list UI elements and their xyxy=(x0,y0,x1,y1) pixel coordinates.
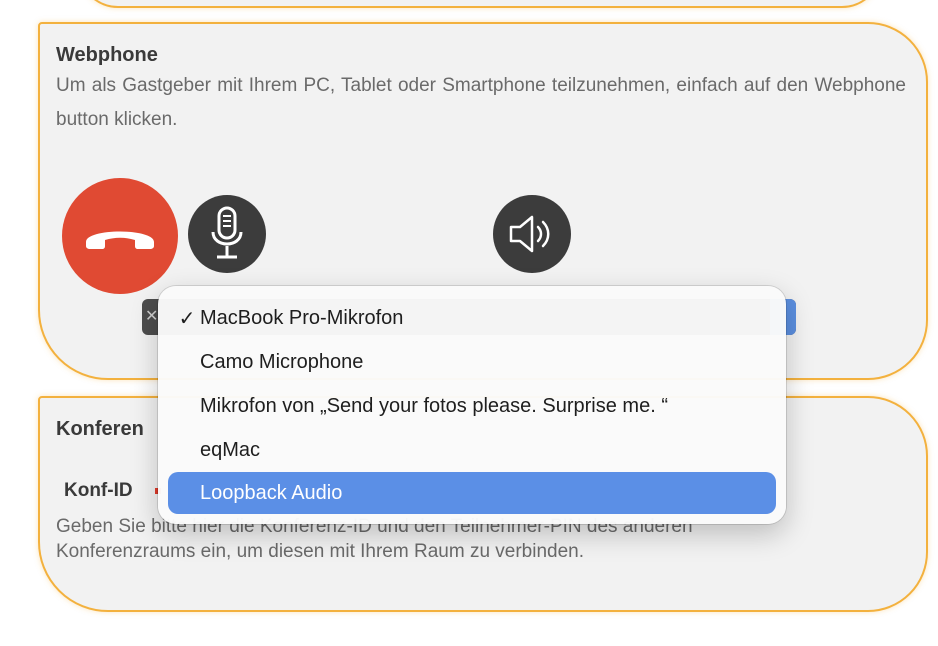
microphone-icon xyxy=(211,206,243,259)
menu-item-loopback-audio[interactable]: Loopback Audio xyxy=(168,472,776,514)
menu-item-label: Camo Microphone xyxy=(200,350,364,373)
webphone-title: Webphone xyxy=(56,44,158,66)
microphone-button[interactable] xyxy=(188,195,266,273)
speaker-button[interactable] xyxy=(493,195,571,273)
menu-item-label: Mikrofon von „Send your fotos please. Su… xyxy=(200,394,668,417)
checkmark-icon: ✓ xyxy=(178,307,196,330)
menu-item-macbook-pro-mikrofon[interactable]: ✓ MacBook Pro-Mikrofon xyxy=(168,297,776,339)
menu-item-camo-microphone[interactable]: Camo Microphone xyxy=(168,341,776,383)
konf-id-label: Konf-ID xyxy=(64,480,133,501)
speaker-icon xyxy=(509,215,550,253)
menu-item-mikrofon-von[interactable]: Mikrofon von „Send your fotos please. Su… xyxy=(168,385,776,427)
webphone-description: Um als Gastgeber mit Ihrem PC, Tablet od… xyxy=(56,75,906,130)
page: Webphone Um als Gastgeber mit Ihrem PC, … xyxy=(0,0,938,646)
clear-icon[interactable]: ✕ xyxy=(145,306,158,326)
previous-panel xyxy=(78,0,882,8)
hangup-button[interactable] xyxy=(62,178,178,294)
menu-item-label: eqMac xyxy=(200,438,261,461)
microphone-menu: ✓ MacBook Pro-Mikrofon Camo Microphone M… xyxy=(158,286,786,524)
menu-item-eqmac[interactable]: eqMac xyxy=(168,429,776,471)
menu-item-label: MacBook Pro-Mikrofon xyxy=(200,306,404,329)
konferenz-title: Konferen xyxy=(56,418,144,440)
hangup-phone-icon xyxy=(86,231,154,249)
menu-item-label: Loopback Audio xyxy=(200,481,343,504)
